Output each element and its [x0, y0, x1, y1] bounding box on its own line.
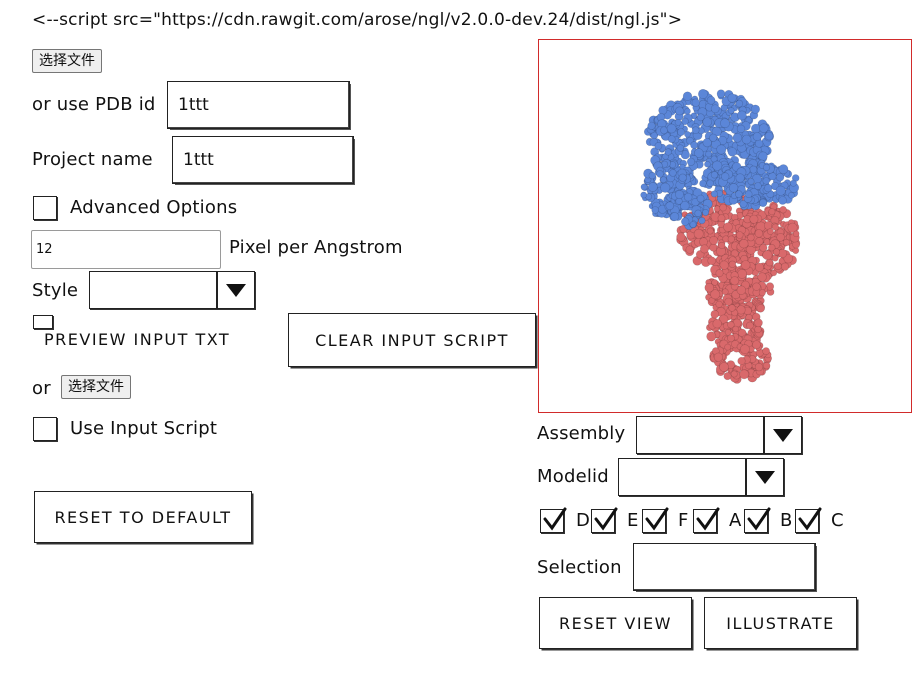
chain-d-checkbox[interactable] [540, 507, 567, 533]
advanced-options-checkbox[interactable] [33, 196, 57, 220]
molecule-viewer-canvas[interactable] [538, 39, 912, 413]
style-label: Style [32, 280, 79, 301]
choose-script-file-button[interactable]: 选择文件 [61, 375, 131, 399]
assembly-label: Assembly [537, 423, 626, 444]
advanced-options-label: Advanced Options [70, 197, 238, 218]
chain-c-label: C [831, 510, 844, 531]
choose-file-button[interactable]: 选择文件 [32, 49, 102, 73]
selection-label: Selection [537, 557, 622, 578]
project-name-label: Project name [32, 149, 153, 170]
checkmark-icon [798, 507, 822, 531]
clear-input-script-button[interactable]: CLEAR INPUT SCRIPT [288, 313, 536, 367]
pdb-id-label: or use PDB id [32, 94, 156, 115]
chain-f-label: F [678, 510, 689, 531]
reset-view-button[interactable]: RESET VIEW [539, 597, 692, 649]
assembly-select[interactable] [636, 416, 802, 454]
use-input-script-label: Use Input Script [70, 418, 218, 439]
chevron-down-icon [763, 417, 801, 453]
use-input-script-checkbox[interactable] [33, 417, 57, 441]
pdb-id-input[interactable]: 1ttt [167, 81, 350, 129]
pixel-per-angstrom-value: 12 [36, 242, 53, 257]
clear-input-script-label: CLEAR INPUT SCRIPT [315, 330, 509, 350]
pixel-per-angstrom-input[interactable]: 12 [31, 230, 221, 269]
chain-d-label: D [576, 510, 591, 531]
chain-a-checkbox[interactable] [693, 507, 720, 533]
reset-to-default-button[interactable]: RESET TO DEFAULT [34, 491, 252, 543]
chevron-down-icon [745, 459, 783, 495]
checkmark-icon [747, 507, 771, 531]
project-name-input[interactable]: 1ttt [172, 136, 354, 184]
or-label: or [32, 378, 51, 399]
chain-b-checkbox[interactable] [744, 507, 771, 533]
chevron-down-icon [216, 272, 254, 308]
checkmark-icon [645, 507, 669, 531]
checkmark-icon [696, 507, 720, 531]
illustrate-label: ILLUSTRATE [726, 613, 835, 633]
chain-e-label: E [627, 510, 639, 531]
illustrate-button[interactable]: ILLUSTRATE [704, 597, 857, 649]
chain-checkbox-row: DEFABC [540, 507, 860, 537]
style-select[interactable] [89, 271, 255, 309]
pixel-per-angstrom-label: Pixel per Angstrom [229, 237, 403, 258]
checkmark-icon [594, 507, 618, 531]
reset-view-label: RESET VIEW [559, 613, 672, 633]
chain-c-checkbox[interactable] [795, 507, 822, 533]
protein-structure-image [640, 88, 801, 384]
chain-f-checkbox[interactable] [642, 507, 669, 533]
preview-checkbox[interactable] [33, 315, 53, 329]
checkmark-icon [543, 507, 567, 531]
chain-a-label: A [729, 510, 742, 531]
modelid-select[interactable] [618, 458, 784, 496]
preview-input-label: PREVIEW INPUT TXT [44, 330, 231, 349]
chain-b-label: B [780, 510, 793, 531]
project-name-value: 1ttt [183, 150, 214, 170]
pdb-id-value: 1ttt [178, 95, 209, 115]
reset-to-default-label: RESET TO DEFAULT [54, 507, 232, 527]
chain-e-checkbox[interactable] [591, 507, 618, 533]
selection-input[interactable] [633, 543, 816, 591]
modelid-label: Modelid [537, 466, 609, 487]
script-tag-text: <--script src="https://cdn.rawgit.com/ar… [32, 10, 683, 30]
